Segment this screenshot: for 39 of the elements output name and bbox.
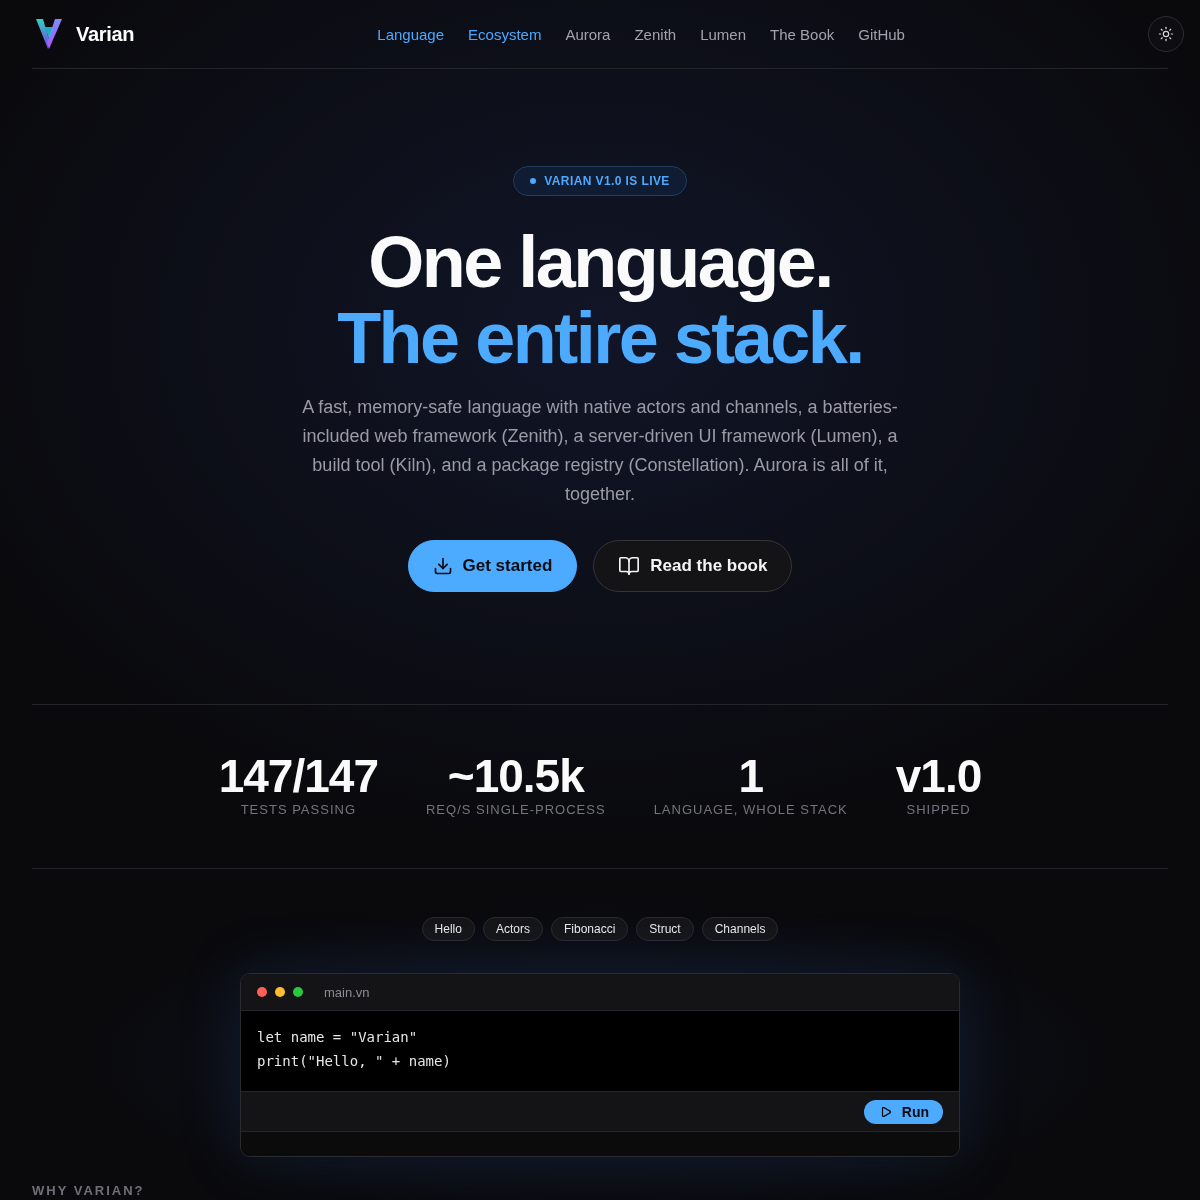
run-button[interactable]: Run <box>863 1099 943 1124</box>
nav-link[interactable]: Language <box>377 25 445 43</box>
nav-link[interactable]: Aurora <box>565 25 611 43</box>
nav-link[interactable]: The Book <box>770 25 835 43</box>
example-tab[interactable]: Fibonacci <box>551 917 629 941</box>
get-started-button[interactable]: Get started <box>407 540 578 592</box>
headline: One language. <box>368 224 832 300</box>
example-tab[interactable]: Hello <box>421 917 475 941</box>
code-line: let name = "Varian" <box>257 1028 418 1047</box>
hero-description: A fast, memory-safe language with native actors and channels, a batteries-included web framework (Zenith), a server-driven UI framework (Lumen), a build tool (Kiln), and a package registry (Constellation). Aurora is all of it, together. <box>301 396 899 506</box>
code-editor[interactable]: let name = "Varian" print("Hello, " + name) <box>241 1011 959 1091</box>
logo-icon <box>36 19 62 49</box>
file-name: main.vn <box>324 984 370 1000</box>
stat-label: SHIPPED <box>906 802 971 818</box>
stat-label: TESTS PASSING <box>240 802 356 818</box>
example-tab[interactable]: Actors <box>482 917 543 941</box>
example-tab[interactable]: Struct <box>636 917 694 941</box>
section-heading: WHY VARIAN? <box>32 1183 145 1199</box>
stat-value: 147/147 <box>218 752 378 800</box>
brand-name[interactable]: Varian <box>76 22 135 46</box>
code-line: print("Hello, " + name) <box>257 1052 451 1071</box>
stat-value: ~10.5k <box>447 752 584 800</box>
stat-label: REQ/S SINGLE-PROCESS <box>425 802 606 818</box>
badge-text: VARIAN V1.0 IS LIVE <box>544 174 670 188</box>
book-icon <box>618 555 641 577</box>
nav-link[interactable]: Lumen <box>700 25 747 43</box>
stat-value: v1.0 <box>895 752 982 800</box>
play-icon <box>879 1105 892 1118</box>
sun-icon <box>1158 26 1174 42</box>
nav-link[interactable]: Ecosystem <box>468 25 542 43</box>
download-icon <box>432 556 453 576</box>
stat-label: LANGUAGE, WHOLE STACK <box>653 802 848 818</box>
stat-value: 1 <box>738 752 763 800</box>
read-book-button[interactable]: Read the book <box>593 540 793 592</box>
nav-link[interactable]: Zenith <box>634 25 677 43</box>
example-tab[interactable]: Channels <box>701 917 779 941</box>
nav-link[interactable]: GitHub <box>858 25 905 43</box>
status-dot-icon <box>530 178 537 184</box>
theme-toggle-button[interactable] <box>1148 16 1184 52</box>
